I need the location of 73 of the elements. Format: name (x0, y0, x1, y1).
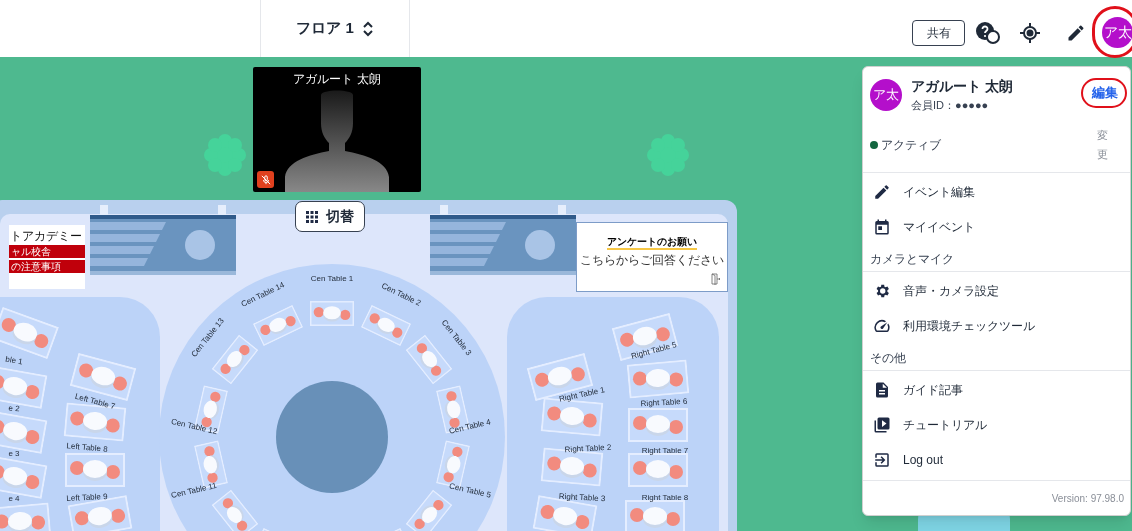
table-label: Left Table 9 (66, 492, 108, 504)
share-button[interactable]: 共有 (912, 20, 965, 46)
table-label: Right Table 6 (640, 397, 688, 409)
chevron-up-down-icon (361, 20, 374, 37)
video-tile[interactable]: アガルート 太朗 (253, 67, 421, 192)
table-drawing[interactable] (625, 500, 685, 531)
change-link[interactable]: 変更 (1097, 125, 1109, 164)
table-label: Right Table 3 (558, 492, 606, 504)
crosshair-icon[interactable] (1020, 23, 1040, 43)
table-drawing[interactable] (67, 495, 133, 531)
user-name: アガルート 太朗 (911, 77, 1013, 96)
poster-subtitle: こちらからご回答ください (580, 253, 724, 267)
table-label: Cen Table 12 (169, 418, 218, 437)
table-label: Right Table 8 (641, 494, 689, 502)
menu-item[interactable]: イベント編集 (863, 174, 1130, 210)
pencil-icon[interactable] (1066, 23, 1086, 43)
document-icon (873, 381, 891, 399)
gauge-icon (873, 317, 891, 335)
door-icon (711, 273, 721, 285)
table-drawing[interactable] (65, 453, 125, 487)
user-avatar[interactable]: ア太 (1102, 17, 1132, 48)
floor-selector[interactable]: フロア 1 (260, 0, 410, 57)
table-label: e 2 (8, 404, 20, 414)
poster-title: アンケートのお願い (607, 236, 697, 250)
help-chat-icon[interactable] (976, 22, 1000, 44)
table-label: Cen Table 2 (379, 281, 422, 308)
edit-link[interactable]: 編集 (1092, 83, 1118, 103)
logout-icon (873, 451, 891, 469)
grid-icon (306, 210, 318, 223)
menu-item[interactable]: マイイベント (863, 209, 1130, 245)
table-drawing[interactable] (532, 495, 598, 531)
table-label: Right Table 1 (558, 386, 606, 404)
menu-item[interactable]: ガイド記事 (863, 372, 1130, 408)
table-drawing[interactable] (0, 410, 48, 454)
survey-poster[interactable]: アンケートのお願い こちらからご回答ください (577, 223, 727, 291)
table-label: Right Table 5 (630, 341, 678, 361)
section-header: カメラとマイク (863, 246, 1130, 272)
pencil-icon (873, 183, 891, 201)
table-drawing[interactable] (628, 408, 688, 442)
user-avatar: ア太 (870, 78, 902, 111)
table-label: e 4 (8, 495, 20, 503)
table-label: Cen Table 14 (240, 280, 287, 309)
menu-item[interactable]: 音声・カメラ設定 (863, 273, 1130, 309)
table-label: Right Table 7 (641, 447, 689, 455)
table-label: Cen Table 4 (448, 418, 493, 437)
poster-headline: の注意事項 (9, 260, 85, 273)
section-header: その他 (863, 345, 1130, 371)
status-indicator: アクティブ (870, 135, 941, 154)
version-label: Version: 97.98.0 (863, 479, 1130, 515)
table-label: ble 1 (4, 355, 24, 367)
table-label: Cen Table 11 (170, 481, 218, 500)
bush-drawing (203, 133, 247, 177)
play-icon (873, 416, 891, 434)
table-label: Right Table 2 (564, 443, 612, 455)
menu-item[interactable]: Log out (863, 442, 1130, 478)
poster-caption: トアカデミー (9, 229, 83, 243)
table-drawing[interactable] (310, 300, 354, 326)
calendar-icon (873, 218, 891, 236)
switch-view-button[interactable]: 切替 (295, 201, 365, 232)
table-drawing[interactable] (628, 453, 688, 487)
bush-drawing (646, 133, 690, 177)
poster-headline: ャル校舎 (9, 245, 85, 258)
menu-item[interactable]: 利用環境チェックツール (863, 308, 1130, 344)
table-label: Cen Table 1 (310, 275, 354, 283)
notice-poster[interactable]: トアカデミー ャル校舎 の注意事項 (9, 225, 85, 289)
table-label: Left Table 8 (66, 442, 108, 454)
table-label: e 3 (8, 450, 20, 458)
member-id: 会員ID：●●●●● (911, 98, 990, 113)
menu-item[interactable]: チュートリアル (863, 407, 1130, 443)
table-label: Cen Table 5 (448, 481, 493, 500)
participant-name: アガルート 太朗 (292, 71, 382, 88)
table-drawing[interactable] (540, 447, 604, 487)
table-label: Left Table 7 (74, 392, 116, 412)
